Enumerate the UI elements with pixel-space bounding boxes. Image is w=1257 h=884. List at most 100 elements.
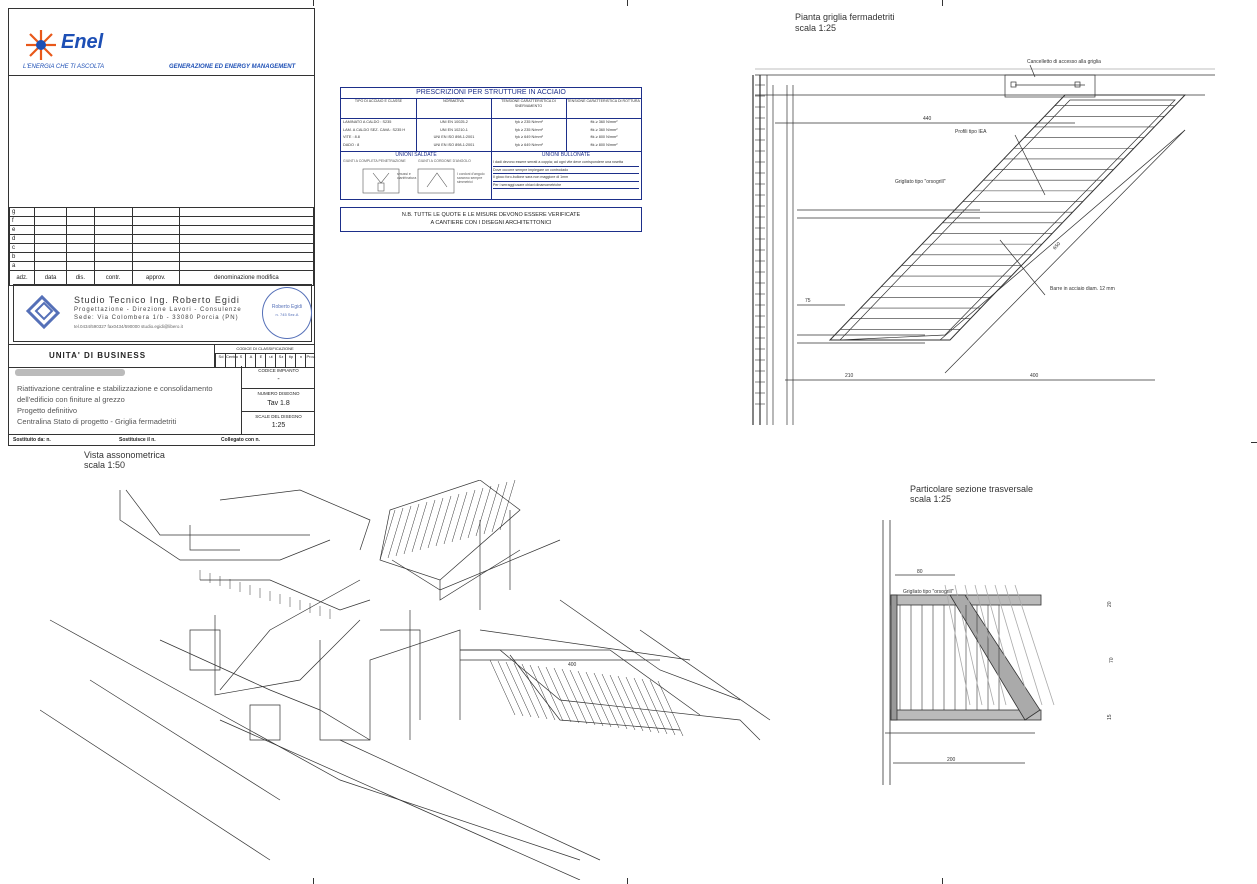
revision-letter: a bbox=[9, 261, 35, 271]
plan-title: Pianta griglia fermadetriti bbox=[795, 12, 895, 22]
grating-hatch bbox=[633, 677, 660, 734]
prescription-cell: ftk ≥ 800 N/mm² bbox=[590, 135, 618, 139]
revision-cell bbox=[178, 252, 315, 262]
revision-cell bbox=[178, 207, 315, 217]
section-dim-80: 80 bbox=[917, 569, 923, 575]
grating-hatch bbox=[553, 667, 580, 724]
revision-cell bbox=[33, 207, 68, 217]
prescription-cell: UNI EN 10025-2 bbox=[440, 120, 468, 124]
grating-hatch bbox=[545, 666, 572, 723]
roof-hatch bbox=[491, 481, 508, 533]
revisions-table: g f e d c b a adz. data dis. contr. approv. denomina… bbox=[9, 207, 315, 286]
revision-row: g bbox=[9, 207, 315, 217]
revision-cell bbox=[131, 261, 180, 271]
revision-row: a bbox=[9, 261, 315, 271]
scala-label: SCALE DEL DISEGNO bbox=[255, 414, 302, 419]
plan-dim-400: 400 bbox=[1030, 373, 1039, 379]
revision-cell bbox=[33, 234, 68, 244]
prescription-cell: fyk ≥ 649 N/mm² bbox=[515, 135, 543, 139]
plan-label-grigliato: Grigliato tipo "orsogrill" bbox=[895, 179, 946, 185]
grating-hatch bbox=[657, 680, 684, 737]
prescription-cell: ftk ≥ 360 N/mm² bbox=[590, 120, 618, 124]
scala-value: 1:25 bbox=[271, 422, 286, 429]
roof-hatch bbox=[379, 509, 396, 561]
revision-cell bbox=[66, 252, 95, 262]
section-scale: scala 1:25 bbox=[910, 494, 952, 504]
prescription-cell: LAMINATO A CALDO : S235 bbox=[343, 120, 392, 124]
prescription-cell: UNI EN 10210-1 bbox=[440, 127, 468, 132]
section-dim-15: 15 bbox=[1107, 714, 1113, 720]
enel-header: Enel L'ENERGIA CHE TI ASCOLTA GENERAZION… bbox=[9, 9, 314, 76]
revision-row: f bbox=[9, 216, 315, 226]
revision-letter: d bbox=[9, 234, 35, 244]
codice-impianto-label: CODICE IMPIANTO bbox=[258, 368, 299, 373]
project-line-2: dell'edificio con finiture al grezzo bbox=[17, 395, 125, 404]
grating-hatch bbox=[569, 669, 596, 726]
enel-tagline: L'ENERGIA CHE TI ASCOLTA bbox=[23, 64, 105, 70]
welded-sub-2: GIUNTI A CORDONE D'ANGOLO bbox=[418, 159, 471, 163]
studio-name: Studio Tecnico Ing. Roberto Egidi bbox=[74, 295, 240, 305]
axo-scale: scala 1:50 bbox=[84, 460, 126, 470]
revision-cell bbox=[131, 234, 180, 244]
prescription-header: TENSIONE CARATTERISTICA DI ROTTURA bbox=[567, 99, 640, 103]
roof-hatch bbox=[403, 503, 420, 555]
studio-services: Progettazione - Direzione Lavori - Consu… bbox=[74, 307, 242, 313]
prescription-cell: fyk ≥ 235 N/mm² bbox=[515, 120, 543, 124]
plan-label-profili: Profili tipo IEA bbox=[955, 129, 987, 135]
grating-hatch bbox=[601, 673, 628, 730]
prescription-cell: fyk ≥ 649 N/mm² bbox=[515, 142, 543, 147]
revision-row: b bbox=[9, 252, 315, 262]
revision-row: e bbox=[9, 225, 315, 235]
roof-hatch bbox=[443, 493, 460, 545]
business-unit-label: UNITA' DI BUSINESS bbox=[49, 351, 147, 360]
bolted-note: Il gioco foro-bullone sara non maggiore … bbox=[493, 174, 639, 182]
revision-letter: g bbox=[9, 207, 35, 217]
plan-scale: scala 1:25 bbox=[795, 23, 837, 33]
roof-hatch bbox=[451, 491, 468, 543]
revision-cell bbox=[131, 252, 180, 262]
revision-cell bbox=[178, 261, 315, 271]
nb-line-2: A CANTIERE CON I DISEGNI ARCHITETTONICI bbox=[430, 220, 552, 226]
section-dim-200: 200 bbox=[947, 757, 956, 763]
section-dim-20: 20 bbox=[1107, 601, 1113, 607]
revision-cell bbox=[66, 243, 95, 253]
welded-sub-1: GIUNTI A COMPLETA PENETRAZIONE bbox=[343, 159, 406, 163]
business-row: UNITA' DI BUSINESS CODICE DI CLASSIFICAZ… bbox=[9, 344, 316, 368]
plan-dim-75: 75 bbox=[805, 298, 811, 304]
revision-row: d bbox=[9, 234, 315, 244]
prescription-cell: VITE : 8.8 bbox=[343, 135, 360, 139]
revision-cell bbox=[66, 216, 95, 226]
revision-cell bbox=[93, 243, 133, 253]
studio-contacts: tel.0434/590327 fax0434/590000 studio.eg… bbox=[74, 324, 183, 329]
revision-cell bbox=[93, 207, 133, 217]
numero-disegno-label: NUMERO DISEGNO bbox=[257, 391, 300, 396]
grating-hatch bbox=[577, 670, 604, 727]
revision-cell bbox=[66, 225, 95, 235]
prescription-cell: UNI EN ISO 898-1:2001 bbox=[433, 135, 475, 139]
grating-hatch bbox=[617, 675, 644, 732]
welded-note-2: I cordoni d'angolo saranno sempre simmet… bbox=[457, 172, 485, 184]
project-line-3: Progetto definitivo bbox=[17, 406, 78, 415]
grating-hatch bbox=[561, 668, 588, 725]
drawing-info: CODICE IMPIANTO - NUMERO DISEGNO Tav 1.8… bbox=[241, 366, 315, 434]
grating-hatch bbox=[497, 660, 524, 717]
revision-cell bbox=[93, 234, 133, 244]
revision-cell bbox=[178, 234, 315, 244]
grating-hatch bbox=[513, 662, 540, 719]
axo-title: Vista assonometrica bbox=[84, 450, 165, 460]
revision-cell bbox=[131, 243, 180, 253]
project-description: Riattivazione centraline e stabilizzazio… bbox=[9, 366, 241, 434]
grating-hatch bbox=[609, 674, 636, 731]
revision-cell bbox=[33, 243, 68, 253]
plan-dim-440: 440 bbox=[923, 116, 932, 122]
revision-cell bbox=[33, 252, 68, 262]
revision-cell bbox=[93, 261, 133, 271]
prescription-header: TENSIONE CARATTERISTICA DI SNERVAMENTO bbox=[501, 99, 556, 108]
enel-division: GENERAZIONE ED ENERGY MANAGEMENT bbox=[169, 64, 296, 70]
roof-hatch bbox=[411, 501, 428, 553]
revision-cell bbox=[93, 216, 133, 226]
grating-hatch bbox=[521, 663, 548, 720]
bolted-note: I dadi devono essere serrati a coppia; a… bbox=[493, 159, 639, 167]
plan-label-barre: Barre in acciaio diam. 12 mm bbox=[1050, 286, 1115, 292]
grating-hatch bbox=[489, 659, 516, 716]
